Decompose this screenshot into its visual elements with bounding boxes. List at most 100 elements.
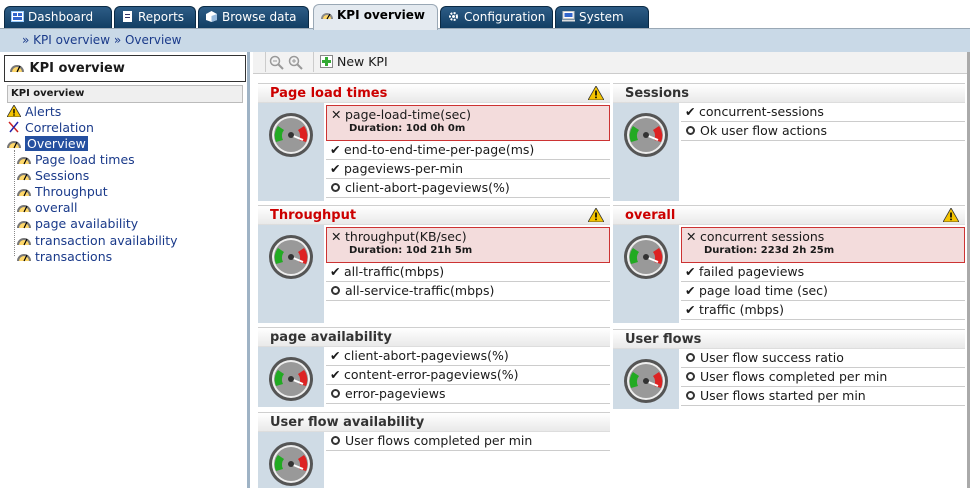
alarm-row[interactable]: ✕ page-load-time(sec) Duration: 10d 0h 0m (326, 105, 610, 141)
list-item[interactable]: ✔ failed pageviews (681, 263, 965, 282)
check-icon: ✔ (330, 142, 341, 157)
gauge-icon (17, 250, 31, 262)
circle-icon (686, 353, 695, 362)
new-kpi-button[interactable]: New KPI (320, 54, 388, 69)
sidebar-item-throughput[interactable]: Throughput (17, 184, 108, 199)
gauge-widget (258, 347, 324, 407)
gear-icon (447, 8, 460, 21)
panel-page-availability: page availability ✔ client-abort-pageview… (258, 327, 610, 407)
list-item[interactable]: Ok user flow actions (681, 122, 965, 141)
list-item[interactable]: ✔ page load time (sec) (681, 282, 965, 301)
sidebar-item-overall[interactable]: overall (17, 200, 77, 215)
gauge-widget (613, 103, 679, 201)
close-icon: ✕ (686, 229, 697, 244)
zoom-in-icon[interactable] (288, 55, 304, 74)
sidebar-item-transactions[interactable]: transactions (17, 249, 112, 264)
panel-title[interactable]: page availability (258, 327, 610, 347)
gauge-icon (17, 153, 31, 165)
sidebar-item-page-availability[interactable]: page availability (17, 216, 138, 231)
panel-title[interactable]: User flow availability (258, 412, 610, 432)
warning-icon (587, 85, 605, 104)
sidebar-item-overview[interactable]: Overview (7, 136, 88, 151)
sidebar-item-label: Page load times (35, 152, 135, 167)
sidebar-item-label: Overview (25, 136, 88, 151)
kpi-list: ✕ concurrent sessions Duration: 223d 2h 25… (679, 225, 965, 320)
tab-label: Browse data (222, 10, 297, 24)
close-icon: ✕ (331, 107, 342, 122)
sidebar-item-page-load-times[interactable]: Page load times (17, 152, 135, 167)
panel-title[interactable]: User flows (613, 329, 965, 349)
tab-configuration[interactable]: Configuration (440, 6, 553, 28)
alarm-duration: Duration: 223d 2h 25m (704, 245, 835, 256)
zoom-out-icon[interactable] (269, 55, 285, 74)
list-item[interactable]: User flows started per min (681, 387, 965, 406)
sidebar-item-correlation[interactable]: Correlation (7, 120, 94, 135)
tab-label: Reports (138, 10, 185, 24)
list-item[interactable]: User flows completed per min (681, 368, 965, 387)
list-item[interactable]: ✔ end-to-end-time-per-page(ms) (326, 141, 610, 160)
tab-dashboard[interactable]: Dashboard (4, 6, 112, 28)
circle-icon (331, 389, 340, 398)
panel-title[interactable]: Page load times (258, 83, 610, 103)
list-item[interactable]: ✔ client-abort-pageviews(%) (326, 347, 610, 366)
list-item[interactable]: error-pageviews (326, 385, 610, 404)
gauge-icon (17, 169, 31, 181)
gauge-icon (624, 359, 668, 403)
tab-label: System (579, 10, 624, 24)
sidebar-item-sessions[interactable]: Sessions (17, 168, 89, 183)
gauge-icon (624, 235, 668, 279)
panel-title[interactable]: overall (613, 205, 965, 225)
panel-overall: overall ✕ concurrent sessions Duration: 22… (613, 205, 965, 323)
list-item[interactable]: ✔ all-traffic(mbps) (326, 263, 610, 282)
warning-icon (6, 104, 22, 118)
kpi-list: ✔ client-abort-pageviews(%) ✔ content-erro… (324, 347, 610, 404)
sidebar-item-transaction-availability[interactable]: transaction availability (17, 233, 178, 248)
tab-label: KPI overview (337, 8, 426, 22)
reports-icon (121, 8, 134, 22)
panel-title[interactable]: Throughput (258, 205, 610, 225)
list-item[interactable]: all-service-traffic(mbps) (326, 282, 610, 301)
breadcrumb[interactable]: » KPI overview » Overview (22, 33, 181, 47)
gauge-icon (269, 357, 313, 401)
tab-label: Configuration (464, 10, 546, 24)
tab-reports[interactable]: Reports (114, 6, 196, 28)
circle-icon (331, 286, 340, 295)
circle-icon (331, 436, 340, 445)
sidebar-subheader: KPI overview (7, 85, 243, 103)
panel-page-load-times: Page load times ✕ page-load-time(sec) Dura… (258, 83, 610, 201)
gauge-widget (258, 103, 324, 201)
sidebar-item-alerts[interactable]: Alerts (6, 104, 61, 119)
top-tab-bar: Dashboard Reports Browse data KPI overvi… (0, 0, 970, 30)
close-icon: ✕ (331, 229, 342, 244)
list-item[interactable]: client-abort-pageviews(%) (326, 179, 610, 198)
tab-system[interactable]: System (555, 6, 649, 28)
list-item[interactable]: ✔ pageviews-per-min (326, 160, 610, 179)
alarm-duration: Duration: 10d 21h 5m (349, 245, 473, 256)
tab-kpi-overview[interactable]: KPI overview (313, 4, 438, 30)
tab-browse-data[interactable]: Browse data (198, 6, 309, 28)
panel-title[interactable]: Sessions (613, 83, 965, 103)
sidebar-title-text: KPI overview (29, 61, 125, 76)
alarm-row[interactable]: ✕ concurrent sessions Duration: 223d 2h 25… (681, 227, 965, 263)
panel-throughput: Throughput ✕ throughput(KB/sec) Duration: … (258, 205, 610, 323)
panel-user-flow-availability: User flow availability User flows comple… (258, 412, 610, 488)
list-item[interactable]: User flow success ratio (681, 349, 965, 368)
correlation-icon (7, 121, 21, 133)
sidebar-item-label: Throughput (35, 184, 108, 199)
circle-icon (686, 126, 695, 135)
alarm-row[interactable]: ✕ throughput(KB/sec) Duration: 10d 21h 5m (326, 227, 610, 263)
sidebar-item-label: overall (35, 200, 78, 215)
add-icon (320, 55, 333, 68)
gauge-widget (258, 432, 324, 488)
warning-icon (587, 207, 605, 226)
gauge-icon (269, 235, 313, 279)
gauge-widget (613, 349, 679, 409)
panel-sessions: Sessions ✔ concurrent-sessions Ok user fl… (613, 83, 965, 201)
circle-icon (686, 391, 695, 400)
list-item[interactable]: ✔ concurrent-sessions (681, 103, 965, 122)
sidebar-item-label: Correlation (25, 120, 94, 135)
gauge-widget (613, 225, 679, 323)
list-item[interactable]: ✔ traffic (mbps) (681, 301, 965, 320)
list-item[interactable]: User flows completed per min (326, 432, 610, 451)
list-item[interactable]: ✔ content-error-pageviews(%) (326, 366, 610, 385)
